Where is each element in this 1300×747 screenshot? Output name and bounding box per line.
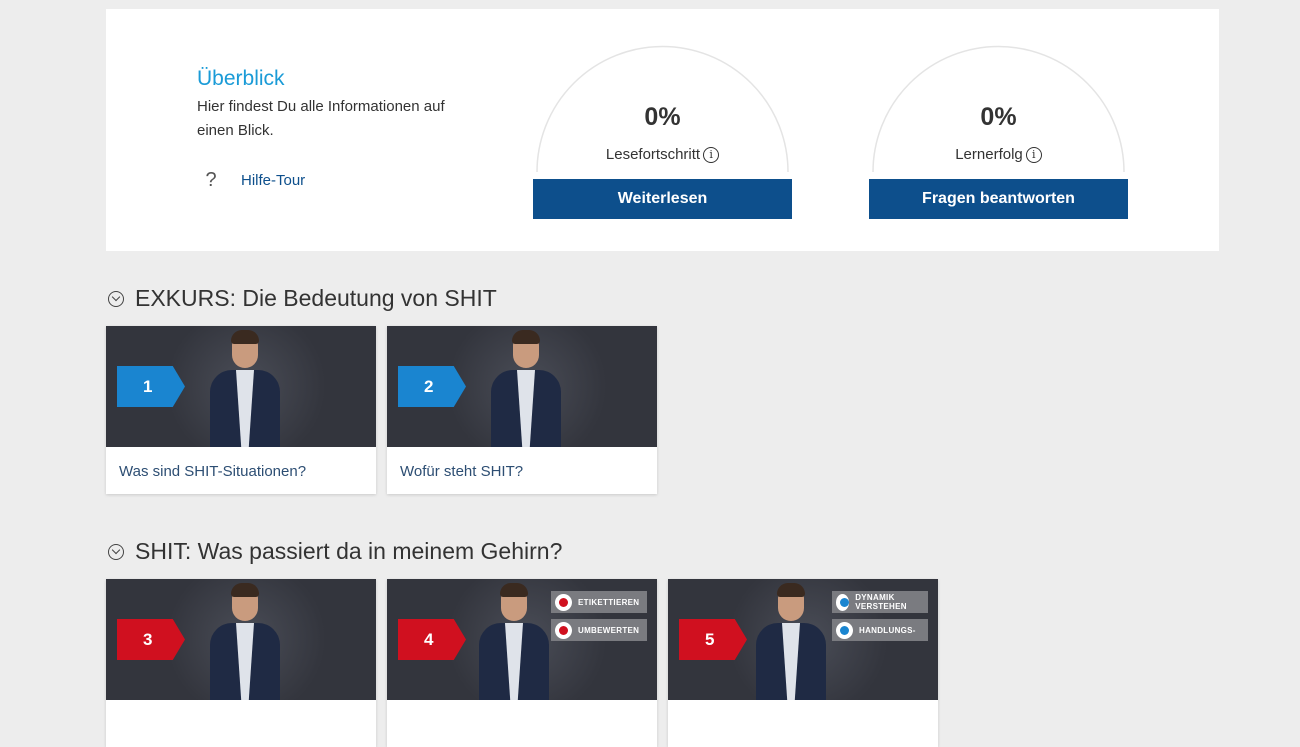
topic-tag: HANDLUNGS-	[832, 619, 928, 641]
video-thumbnail: 2	[387, 326, 657, 447]
learning-success-percent: 0%	[980, 103, 1017, 131]
video-card-title[interactable]: Was sind SHIT-Situationen?	[106, 447, 376, 480]
brain-icon	[555, 593, 572, 611]
presenter-image	[475, 583, 553, 700]
section-header[interactable]: SHIT: Was passiert da in meinem Gehirn?	[108, 538, 562, 565]
chapter-number-badge: 2	[398, 366, 466, 407]
learning-success-label: Lernerfolg	[955, 146, 1023, 163]
topic-tag: DYNAMIK VERSTEHEN	[832, 591, 928, 613]
video-card[interactable]: 5 DYNAMIK VERSTEHEN HANDLUNGS-	[668, 579, 938, 747]
continue-reading-button[interactable]: Weiterlesen	[533, 179, 792, 219]
reading-progress-label: Lesefortschritt	[605, 146, 701, 163]
video-card[interactable]: 3	[106, 579, 376, 747]
chapter-number-badge: 1	[117, 366, 185, 407]
presenter-image	[206, 583, 284, 700]
topic-tag: ETIKETTIEREN	[551, 591, 647, 613]
info-icon[interactable]: i	[703, 146, 720, 163]
video-card-title[interactable]: Wofür steht SHIT?	[387, 447, 657, 480]
reading-progress-gauge: 0% Lesefortschritt i Weiterlesen	[533, 41, 792, 219]
presenter-image	[206, 330, 284, 447]
overview-description: Hier findest Du alle Informationen auf e…	[197, 98, 445, 139]
brain-icon	[836, 621, 853, 639]
video-card[interactable]: 1 Was sind SHIT-Situationen?	[106, 326, 376, 494]
section-title: SHIT: Was passiert da in meinem Gehirn?	[135, 538, 563, 564]
help-tour-label[interactable]: Hilfe-Tour	[241, 172, 305, 189]
question-mark-icon: ?	[205, 169, 217, 191]
learning-success-label-row: Lernerfolg i	[869, 146, 1128, 163]
reading-progress-percent: 0%	[644, 103, 681, 131]
video-card[interactable]: 4 ETIKETTIEREN UMBEWERTEN	[387, 579, 657, 747]
overview-panel: Überblick Hier findest Du alle Informati…	[106, 9, 1219, 251]
reading-progress-label-row: Lesefortschritt i	[533, 146, 792, 163]
topic-tag: UMBEWERTEN	[551, 619, 647, 641]
presenter-image	[752, 583, 830, 700]
brain-icon	[555, 621, 572, 639]
presenter-image	[487, 330, 565, 447]
section-title: EXKURS: Die Bedeutung von SHIT	[135, 285, 497, 311]
info-icon[interactable]: i	[1025, 146, 1042, 163]
video-card[interactable]: 2 Wofür steht SHIT?	[387, 326, 657, 494]
chevron-down-circle-icon	[108, 543, 124, 560]
chevron-down-circle-icon	[108, 290, 124, 307]
answer-questions-button[interactable]: Fragen beantworten	[869, 179, 1128, 219]
help-tour-link[interactable]: ? Hilfe-Tour	[197, 169, 305, 192]
section-header[interactable]: EXKURS: Die Bedeutung von SHIT	[108, 285, 497, 312]
overview-title: Überblick	[197, 67, 285, 90]
video-thumbnail: 1	[106, 326, 376, 447]
brain-icon	[836, 593, 850, 611]
learning-success-gauge: 0% Lernerfolg i Fragen beantworten	[869, 41, 1128, 219]
